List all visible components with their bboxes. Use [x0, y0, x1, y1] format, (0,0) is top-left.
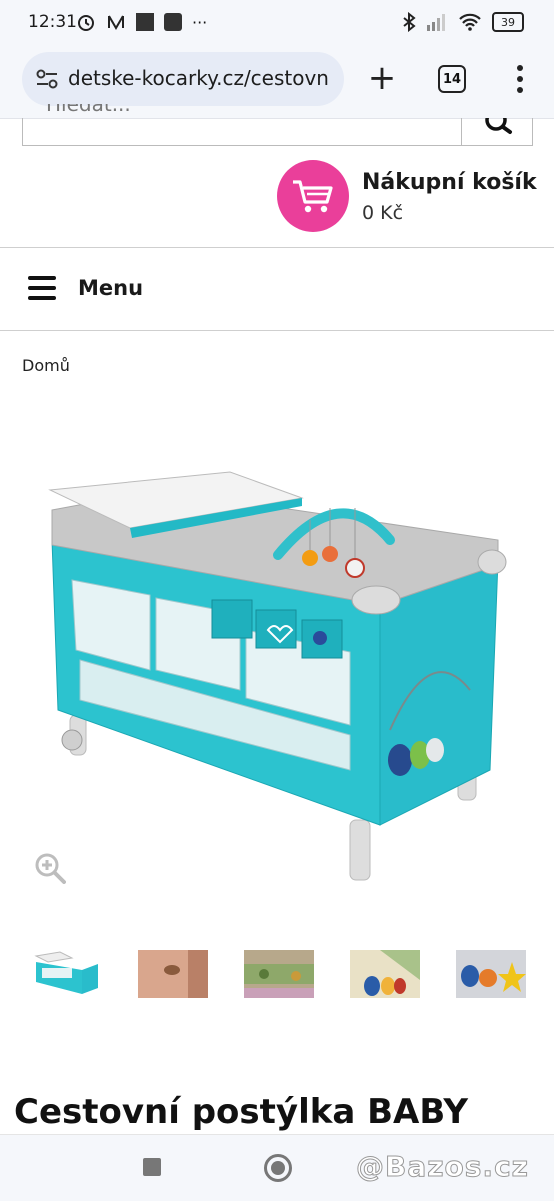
product-image[interactable]: [40, 470, 520, 900]
cart-button[interactable]: [277, 160, 349, 232]
status-system-icons: 39: [402, 12, 524, 32]
hamburger-icon[interactable]: [28, 276, 56, 300]
breadcrumb-home[interactable]: Domů: [22, 356, 70, 375]
thumbnail-2[interactable]: [138, 950, 208, 998]
site-settings-icon[interactable]: [34, 66, 60, 92]
cart-title[interactable]: Nákupní košík: [362, 170, 537, 195]
recents-button[interactable]: [143, 1158, 161, 1176]
cart-icon: [293, 180, 333, 213]
mail-icon: [108, 15, 124, 30]
thumbnail-1[interactable]: [32, 950, 102, 998]
bluetooth-icon: [403, 12, 416, 32]
zoom-icon[interactable]: [34, 852, 66, 884]
url-text[interactable]: detske-kocarky.cz/cestovn: [68, 66, 338, 90]
thumbnail-4[interactable]: [350, 950, 420, 998]
thumbnail-3[interactable]: [244, 950, 314, 998]
search-button[interactable]: [461, 109, 533, 146]
search-placeholder: Hledat...: [46, 104, 131, 116]
cart-total: 0 Kč: [362, 202, 404, 224]
status-notification-icons: ···: [76, 12, 207, 32]
divider: [0, 330, 554, 331]
search-icon: [485, 109, 512, 134]
thumbnail-5[interactable]: [456, 950, 526, 998]
product-title: Cestovní postýlka BABY: [14, 1092, 469, 1132]
menu-button[interactable]: Menu: [78, 276, 143, 300]
watermark: @Bazos.cz: [356, 1150, 529, 1184]
more-options-icon[interactable]: [508, 62, 532, 96]
tab-switcher-button[interactable]: 14: [438, 65, 466, 93]
wifi-icon: [459, 13, 481, 31]
status-time: 12:31: [28, 12, 77, 32]
home-button[interactable]: [264, 1154, 292, 1182]
divider: [0, 247, 554, 248]
alarm-icon: [78, 15, 94, 31]
bag-icon: [164, 13, 182, 31]
app-icon: [136, 13, 154, 31]
signal-icon: [427, 14, 445, 31]
more-notifications-icon: ···: [192, 12, 208, 32]
battery-icon: 39: [492, 12, 524, 32]
new-tab-button[interactable]: +: [364, 60, 400, 96]
